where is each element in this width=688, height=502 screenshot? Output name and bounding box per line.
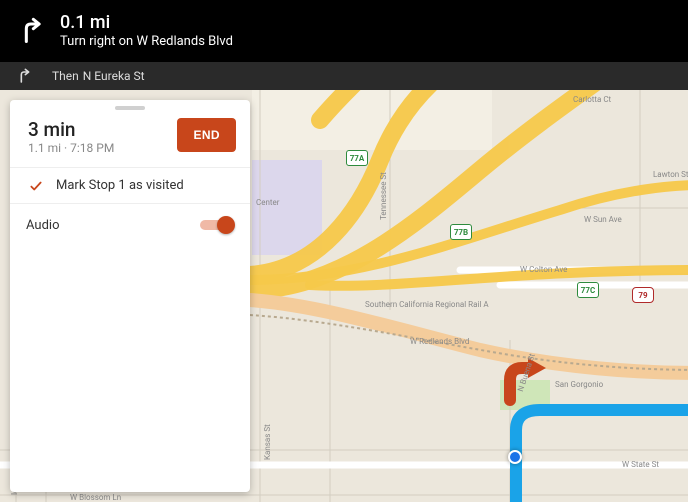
map-label: Southern California Regional Rail A <box>365 300 489 309</box>
map-label: W Sun Ave <box>584 215 622 224</box>
nav-next-street: N Eureka St <box>83 69 145 83</box>
map-label: Carlotta Ct <box>573 95 611 104</box>
mark-stop-label: Mark Stop 1 as visited <box>56 178 184 193</box>
nav-next-bar: Then N Eureka St <box>0 62 688 90</box>
audio-label: Audio <box>26 218 59 233</box>
turn-right-icon <box>14 66 34 86</box>
nav-distance: 0.1 mi <box>60 13 233 33</box>
audio-toggle[interactable] <box>200 216 234 234</box>
mark-stop-row[interactable]: Mark Stop 1 as visited <box>10 167 250 203</box>
end-button[interactable]: END <box>177 118 236 152</box>
turn-right-icon <box>14 14 48 48</box>
map-label: W State St <box>622 460 659 469</box>
highway-shield: 79 <box>632 287 654 303</box>
highway-shield: 77A <box>346 150 368 166</box>
nav-top-bar: 0.1 mi Turn right on W Redlands Blvd <box>0 0 688 62</box>
check-icon <box>26 179 46 193</box>
eta-duration: 3 min <box>28 118 114 141</box>
map-label: Kansas St <box>263 424 272 460</box>
map-label: San Gorgonio <box>555 380 603 389</box>
current-location-dot <box>508 450 522 464</box>
audio-row: Audio <box>10 203 250 246</box>
nav-next-prefix: Then <box>52 69 79 83</box>
highway-shield: 77C <box>577 282 599 298</box>
map-label: Tennessee St <box>379 172 388 220</box>
drag-handle[interactable] <box>115 106 145 110</box>
map-label: W Blossom Ln <box>70 493 121 502</box>
trip-card[interactable]: 3 min 1.1 mi · 7:18 PM END Mark Stop 1 a… <box>10 100 250 492</box>
eta-subline: 1.1 mi · 7:18 PM <box>28 141 114 155</box>
app-root: 0.1 mi Turn right on W Redlands Blvd The… <box>0 0 688 502</box>
highway-shield: 77B <box>450 224 472 240</box>
map-label: Center <box>256 198 279 207</box>
nav-instruction: Turn right on W Redlands Blvd <box>60 34 233 49</box>
map-label: Lawton St <box>653 170 688 179</box>
map-label: W Colton Ave <box>520 265 567 274</box>
map-label: W Redlands Blvd <box>410 337 469 346</box>
